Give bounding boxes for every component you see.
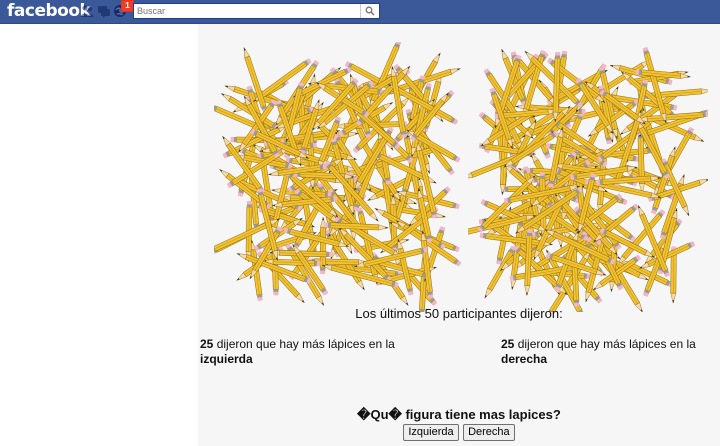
left-count: 25 (200, 337, 214, 351)
right-count: 25 (501, 337, 515, 351)
search-icon (365, 6, 375, 16)
right-side-label: derecha (501, 352, 548, 366)
app-canvas: Los últimos 50 participantes dijeron: 25… (198, 24, 720, 446)
search-input[interactable] (134, 4, 363, 18)
right-result-text: dijeron que hay más lápices en la (514, 337, 696, 351)
friend-requests-icon[interactable] (80, 4, 94, 18)
left-side-label: izquierda (200, 352, 253, 366)
left-result: 25 dijeron que hay más lápices en la izq… (200, 337, 410, 367)
summary-text: Los últimos 50 participantes dijeron: (355, 306, 563, 321)
facebook-logo[interactable]: facebook (7, 1, 91, 21)
right-pencil-figure[interactable] (468, 42, 708, 312)
question-text: �Qu� figura tiene mas lapices? (357, 407, 561, 422)
messages-icon[interactable] (97, 4, 111, 18)
right-pencil-image (468, 47, 708, 312)
search-button[interactable] (360, 4, 379, 18)
right-result: 25 dijeron que hay más lápices en la der… (501, 337, 711, 367)
right-answer-button[interactable]: Derecha (463, 423, 515, 441)
top-bar: facebook 1 (0, 0, 720, 24)
left-pencil-figure[interactable] (214, 42, 464, 312)
left-answer-button[interactable]: Izquierda (403, 423, 459, 441)
left-result-text: dijeron que hay más lápices en la (213, 337, 395, 351)
search-box (133, 3, 380, 19)
left-pencil-image (214, 42, 462, 312)
answer-buttons: Izquierda Derecha (198, 422, 720, 441)
